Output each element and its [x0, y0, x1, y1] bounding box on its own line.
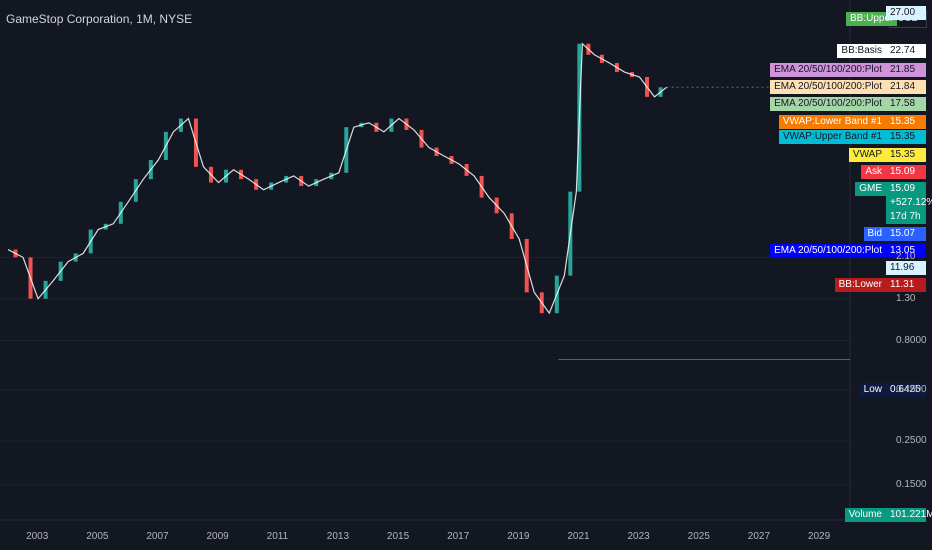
x-tick-label: 2005: [86, 531, 109, 542]
y-tick-label: 2.10: [896, 251, 916, 263]
price-label-name: VWAP:Upper Band #1: [778, 130, 886, 144]
price-label-value: 22.74: [886, 44, 926, 58]
price-label-name: Bid: [863, 227, 886, 241]
price-label-value: 15.09: [886, 182, 926, 196]
price-label-name: EMA 20/50/100/200:Plot: [770, 244, 886, 258]
x-tick-label: 2013: [326, 531, 350, 542]
price-label-name: BB:Lower: [834, 278, 886, 292]
y-tick-label: 0.4500: [896, 384, 927, 396]
x-tick-label: 2029: [807, 531, 831, 542]
price-label-value: 101.221M: [886, 508, 932, 522]
price-label-name: EMA 20/50/100/200:Plot: [770, 63, 886, 77]
price-label-name: EMA 20/50/100/200:Plot: [770, 80, 886, 94]
x-tick-label: 2017: [447, 531, 470, 542]
price-label-name: EMA 20/50/100/200:Plot: [770, 97, 886, 111]
x-tick-label: 2025: [687, 531, 710, 542]
price-label-value: 21.84: [886, 80, 926, 94]
y-tick-label: 0.1500: [896, 479, 927, 491]
price-label-value: 21.85: [886, 63, 926, 77]
x-tick-label: 2021: [567, 531, 590, 542]
price-label-value: 17d 7h: [886, 210, 926, 224]
price-label-name: GME: [855, 182, 886, 196]
price-label-value: 11.96: [886, 261, 926, 275]
y-tick-label: 0.2500: [896, 434, 927, 446]
x-tick-label: 2011: [266, 531, 289, 542]
price-label-value: 15.35: [886, 148, 926, 162]
price-label-name: VWAP:Lower Band #1: [778, 115, 886, 129]
x-tick-label: 2015: [386, 531, 410, 542]
price-label-value: +527.12%: [886, 196, 932, 210]
chart-title: GameStop Corporation, 1M, NYSE: [6, 12, 193, 26]
price-label-value: 15.09: [886, 165, 926, 179]
x-tick-label: 2019: [507, 531, 530, 542]
price-label-value: 17.58: [886, 97, 926, 111]
price-label-name: Volume: [844, 508, 886, 522]
price-label-value: 27.00: [886, 6, 926, 20]
x-tick-label: 2027: [747, 531, 771, 542]
price-label-value: 15.35: [886, 115, 926, 129]
price-label-value: 15.35: [886, 130, 926, 144]
price-label-name: Ask: [861, 165, 886, 179]
price-label-name: BB:Basis: [837, 44, 886, 58]
price-label-name: Low: [859, 383, 886, 397]
price-label-value: 11.31: [886, 278, 926, 292]
price-label-name: VWAP: [848, 148, 886, 162]
x-tick-label: 2007: [146, 531, 169, 542]
x-tick-label: 2003: [26, 531, 49, 542]
x-tick-label: 2023: [627, 531, 650, 542]
price-label-value: 15.07: [886, 227, 926, 241]
y-tick-label: 0.8000: [896, 334, 927, 346]
y-tick-label: 1.30: [896, 292, 916, 304]
x-tick-label: 2009: [206, 531, 229, 542]
